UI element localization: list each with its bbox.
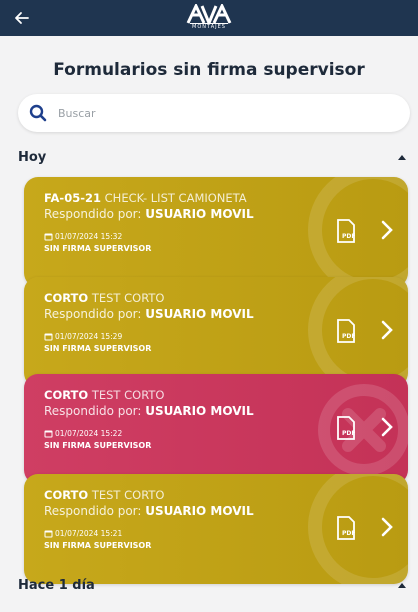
- form-title: CORTO TEST CORTO: [44, 388, 164, 402]
- collapse-section-button[interactable]: [394, 149, 410, 165]
- status-badge: SIN FIRMA SUPERVISOR: [44, 441, 152, 450]
- form-card[interactable]: FA-05-21 CHECK- LIST CAMIONETA Respondid…: [24, 177, 408, 287]
- responded-label: Respondido por:: [44, 404, 142, 418]
- responded-user: USUARIO MOVIL: [145, 307, 254, 321]
- chevron-right-icon[interactable]: [380, 319, 394, 341]
- calendar-icon: [44, 333, 53, 341]
- form-code: FA-05-21: [44, 191, 101, 205]
- form-date: 01/07/2024 15:22: [44, 429, 122, 438]
- form-date: 01/07/2024 15:21: [44, 529, 122, 538]
- responded-by: Respondido por: USUARIO MOVIL: [44, 207, 254, 221]
- form-code: CORTO: [44, 388, 89, 402]
- status-badge: SIN FIRMA SUPERVISOR: [44, 541, 152, 550]
- pdf-icon[interactable]: PDF: [336, 219, 356, 243]
- chevron-right-icon[interactable]: [380, 516, 394, 538]
- section-header-hoy[interactable]: Hoy: [18, 147, 410, 167]
- page-title: Formularios sin firma supervisor: [53, 60, 365, 80]
- caret-up-icon: [398, 155, 406, 160]
- search-bar[interactable]: [18, 94, 410, 132]
- pdf-icon[interactable]: PDF: [336, 416, 356, 440]
- chevron-right-icon[interactable]: [380, 219, 394, 241]
- collapse-section-button[interactable]: [394, 577, 410, 593]
- svg-text:PDF: PDF: [342, 430, 355, 437]
- back-button[interactable]: [10, 6, 34, 30]
- caret-up-icon: [398, 583, 406, 588]
- calendar-icon: [44, 530, 53, 538]
- section-header-hace-1-dia[interactable]: Hace 1 día: [18, 575, 410, 595]
- svg-text:PDF: PDF: [342, 333, 355, 340]
- section-title: Hace 1 día: [18, 577, 95, 593]
- form-card[interactable]: CORTO TEST CORTO Respondido por: USUARIO…: [24, 374, 408, 484]
- ava-logo-mark: [186, 4, 232, 24]
- svg-text:PDF: PDF: [342, 233, 355, 240]
- form-card[interactable]: CORTO TEST CORTO Respondido por: USUARIO…: [24, 277, 408, 387]
- arrow-left-icon: [15, 12, 29, 24]
- calendar-icon: [44, 430, 53, 438]
- pdf-icon[interactable]: PDF: [336, 516, 356, 540]
- section-title: Hoy: [18, 149, 47, 165]
- form-title: FA-05-21 CHECK- LIST CAMIONETA: [44, 191, 247, 205]
- responded-by: Respondido por: USUARIO MOVIL: [44, 504, 254, 518]
- responded-label: Respondido por:: [44, 307, 142, 321]
- search-input[interactable]: [56, 105, 380, 121]
- form-name: TEST CORTO: [91, 488, 165, 502]
- responded-user: USUARIO MOVIL: [145, 207, 254, 221]
- responded-by: Respondido por: USUARIO MOVIL: [44, 307, 254, 321]
- responded-user: USUARIO MOVIL: [145, 404, 254, 418]
- responded-by: Respondido por: USUARIO MOVIL: [44, 404, 254, 418]
- app-logo: MONTAJES: [185, 4, 233, 32]
- form-name: TEST CORTO: [91, 388, 165, 402]
- responded-user: USUARIO MOVIL: [145, 504, 254, 518]
- status-badge: SIN FIRMA SUPERVISOR: [44, 244, 152, 253]
- search-icon: [29, 104, 47, 122]
- form-name: TEST CORTO: [91, 291, 165, 305]
- responded-label: Respondido por:: [44, 504, 142, 518]
- form-title: CORTO TEST CORTO: [44, 291, 164, 305]
- top-app-bar: MONTAJES: [0, 0, 418, 36]
- form-code: CORTO: [44, 291, 89, 305]
- responded-label: Respondido por:: [44, 207, 142, 221]
- pdf-icon[interactable]: PDF: [336, 319, 356, 343]
- chevron-right-icon[interactable]: [380, 416, 394, 438]
- form-title: CORTO TEST CORTO: [44, 488, 164, 502]
- form-date: 01/07/2024 15:32: [44, 232, 122, 241]
- status-badge: SIN FIRMA SUPERVISOR: [44, 344, 152, 353]
- logo-subtitle: MONTAJES: [190, 23, 228, 30]
- form-code: CORTO: [44, 488, 89, 502]
- form-date: 01/07/2024 15:29: [44, 332, 122, 341]
- calendar-icon: [44, 233, 53, 241]
- svg-text:PDF: PDF: [342, 530, 355, 537]
- form-card[interactable]: CORTO TEST CORTO Respondido por: USUARIO…: [24, 474, 408, 584]
- form-name: CHECK- LIST CAMIONETA: [104, 191, 247, 205]
